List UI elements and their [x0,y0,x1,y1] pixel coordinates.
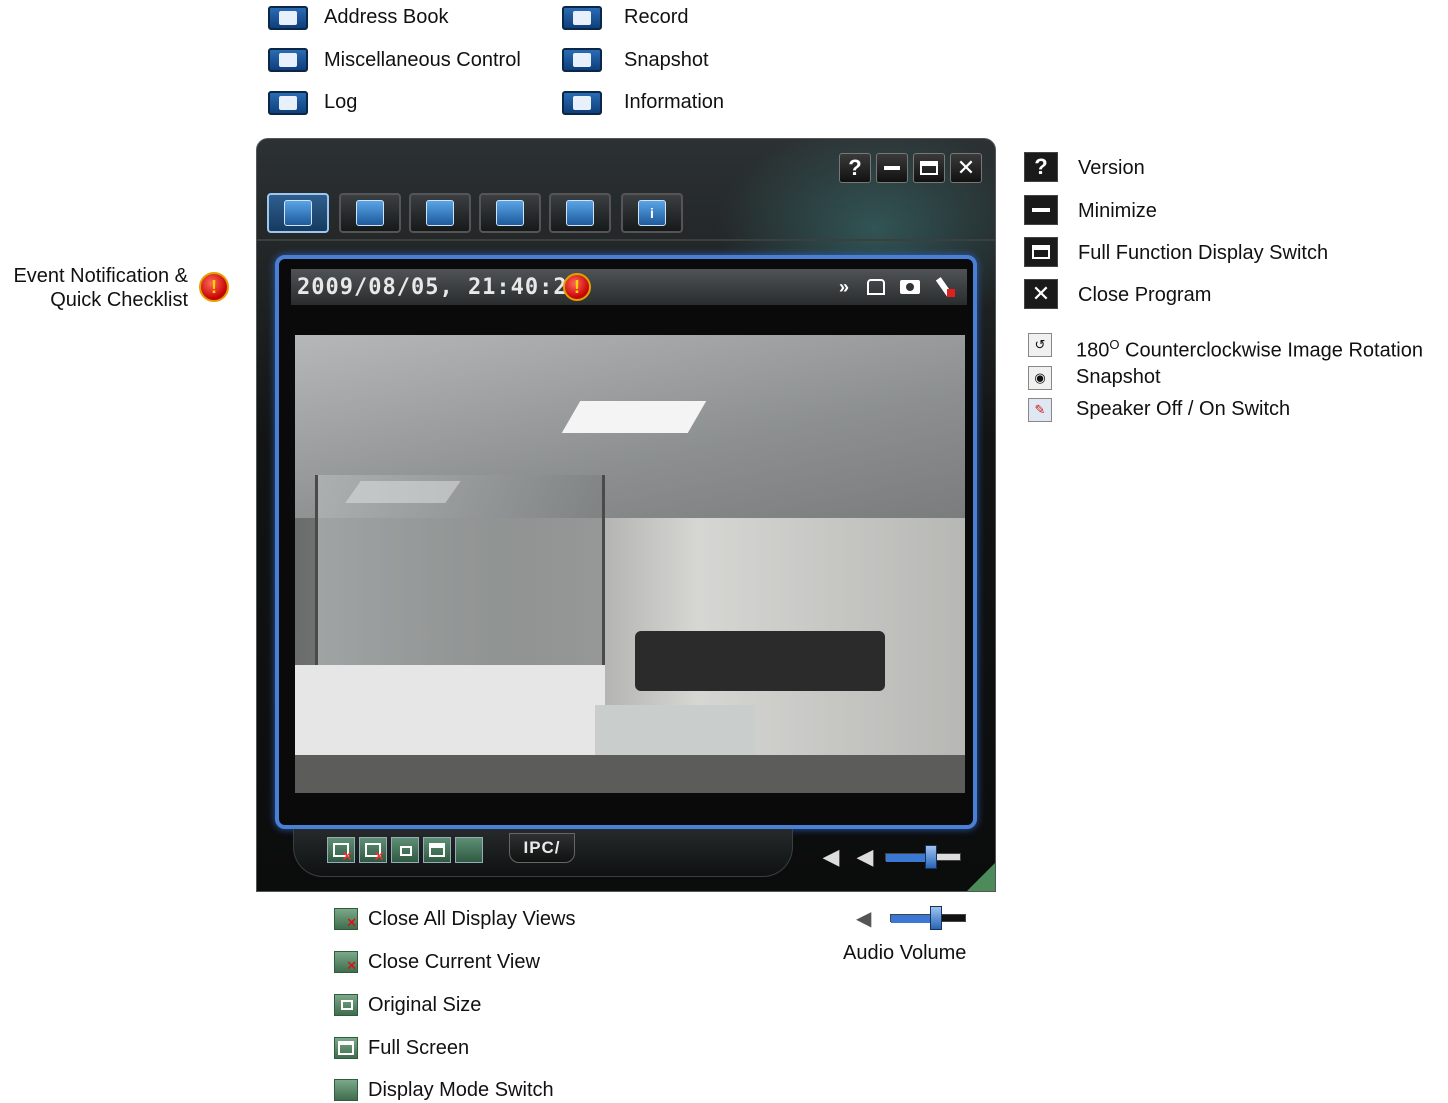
display-view[interactable]: 2009/08/05, 21:40:20 ! » [275,255,977,829]
speaker-switch-icon[interactable] [931,275,957,299]
display-mode-switch-button[interactable] [455,837,483,863]
close-current-view-icon: ✕ [334,951,358,973]
information-icon [562,91,602,115]
speaker-icon: ◀ [856,844,874,869]
warning-icon: ! [199,272,229,302]
camera-feed [295,335,965,793]
forward-icon[interactable]: » [831,275,857,299]
log-icon [426,200,454,226]
close-all-views-button[interactable]: ✕ [327,837,355,863]
mute-icon[interactable]: ◀ [817,843,845,871]
snapshot-label: Snapshot [1076,366,1161,388]
event-notification-label-line1: Event Notification & [13,265,188,287]
rotation-icon: ↺ [1028,333,1052,357]
minimize-icon [884,166,900,170]
view-status-bar: 2009/08/05, 21:40:20 ! » [291,269,967,305]
audio-speaker-icon: ◀ [856,908,872,930]
close-program-button[interactable]: ✕ [950,153,982,183]
full-screen-icon [334,1037,358,1059]
audio-volume-label: Audio Volume [843,942,967,964]
resize-grip[interactable] [967,863,995,891]
address-book-icon [268,6,308,30]
rotation-icon[interactable] [863,275,889,299]
close-current-view-button[interactable]: ✕ [359,837,387,863]
record-icon [496,200,524,226]
tab-snapshot[interactable] [549,193,611,233]
rotation-label: 180O Counterclockwise Image Rotation [1076,337,1423,362]
snapshot-tab-label: Snapshot [624,49,709,71]
camera-icon: ◉ [1028,366,1052,390]
snapshot-icon [566,200,594,226]
tab-log[interactable] [409,193,471,233]
log-label: Log [324,91,358,113]
address-book-icon [284,200,312,226]
log-icon [268,91,308,115]
tab-misc-control[interactable] [339,193,401,233]
tab-address-book[interactable] [267,193,329,233]
information-icon: i [638,200,666,226]
full-function-label: Full Function Display Switch [1078,242,1329,264]
full-screen-label: Full Screen [368,1037,470,1059]
event-notification-button[interactable]: ! [563,273,591,301]
close-current-view-label: Close Current View [368,951,540,973]
minimize-button[interactable] [876,153,908,183]
display-mode-switch-icon [334,1079,358,1101]
misc-control-icon [356,200,384,226]
minimize-label: Minimize [1078,200,1157,222]
close-all-views-label: Close All Display Views [368,908,576,930]
version-label: Version [1078,157,1145,179]
camera-snapshot-icon[interactable] [897,275,923,299]
record-label: Record [624,6,689,28]
tab-information[interactable]: i [621,193,683,233]
misc-control-label: Miscellaneous Control [324,49,521,71]
version-icon: ? [1024,152,1058,182]
tab-record[interactable] [479,193,541,233]
ipc-button[interactable]: IPC/ [509,833,575,863]
full-function-icon [1024,237,1058,267]
speaker-switch-label: Speaker Off / On Switch [1076,398,1291,420]
close-all-views-icon: ✕ [334,908,358,930]
record-icon [562,6,602,30]
display-mode-switch-label: Display Mode Switch [368,1079,554,1101]
address-book-label: Address Book [324,6,449,28]
event-notification-label-line2: Quick Checklist [50,289,188,311]
minimize-icon [1024,195,1058,225]
misc-control-icon [268,48,308,72]
original-size-icon [334,994,358,1016]
original-size-label: Original Size [368,994,482,1016]
speaker-switch-icon: ✎ [1028,398,1052,422]
snapshot-tab-icon [562,48,602,72]
app-window: ? ✕ i 2009/08/05, 21:40:20 ! » ✕ ✕ IPC/ … [256,138,996,892]
maximize-icon [920,161,938,175]
audio-volume-legend-knob [930,906,942,930]
full-screen-button[interactable] [423,837,451,863]
timestamp: 2009/08/05, 21:40:20 [297,275,582,300]
close-program-label: Close Program [1078,284,1212,306]
original-size-button[interactable] [391,837,419,863]
volume-knob[interactable] [925,845,937,869]
version-button[interactable]: ? [839,153,871,183]
close-icon: ✕ [1024,279,1058,309]
information-label: Information [624,91,725,113]
full-function-button[interactable] [913,153,945,183]
